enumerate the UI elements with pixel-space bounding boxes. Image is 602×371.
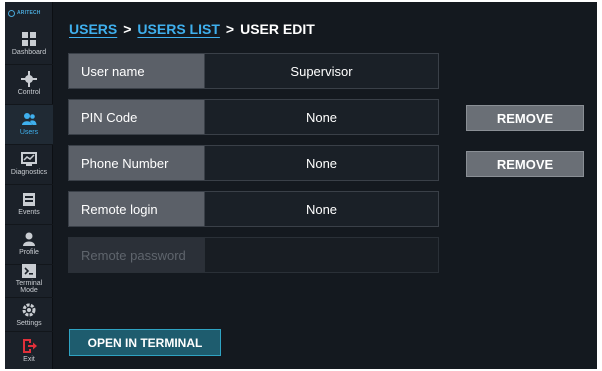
phone-number-row: Phone Number None [68, 145, 439, 181]
remote-login-field[interactable]: None [204, 192, 438, 226]
exit-icon [21, 338, 37, 354]
sidebar-item-users[interactable]: Users [5, 105, 53, 145]
sidebar-item-dashboard[interactable]: Dashboard [5, 25, 53, 65]
logo: ARITECH [8, 7, 50, 19]
pin-code-field[interactable]: None [204, 100, 438, 134]
phone-number-label: Phone Number [69, 146, 204, 180]
breadcrumb-separator: > [225, 21, 235, 37]
breadcrumb-users-link[interactable]: USERS [69, 21, 117, 37]
sidebar-item-diagnostics[interactable]: Diagnostics [5, 145, 53, 185]
remote-login-row: Remote login None [68, 191, 439, 227]
remote-login-label: Remote login [69, 192, 204, 226]
pin-code-row: PIN Code None [68, 99, 439, 135]
users-icon [21, 111, 37, 127]
remote-password-field [204, 238, 438, 272]
user-name-row: User name Supervisor [68, 53, 439, 89]
sidebar-item-terminal-mode[interactable]: Terminal Mode [5, 260, 53, 298]
control-icon [21, 71, 37, 87]
settings-icon [21, 302, 37, 318]
profile-icon [21, 231, 37, 247]
sidebar-item-label: Terminal Mode [15, 280, 43, 294]
sidebar-item-profile[interactable]: Profile [5, 225, 53, 265]
sidebar-item-label: Settings [16, 320, 42, 327]
phone-number-field[interactable]: None [204, 146, 438, 180]
sidebar-item-label: Exit [23, 356, 35, 363]
events-icon [21, 191, 37, 207]
sidebar: ARITECH Dashboard Control Users Diagnost [5, 2, 53, 369]
sidebar-item-label: Users [19, 129, 39, 136]
breadcrumb: USERS > USERS LIST > USER EDIT [69, 19, 315, 39]
remote-password-label: Remote password [69, 238, 204, 272]
user-name-field[interactable]: Supervisor [204, 54, 438, 88]
logo-text: ARITECH [17, 10, 41, 16]
dashboard-icon [21, 31, 37, 47]
user-name-label: User name [69, 54, 204, 88]
sidebar-item-label: Diagnostics [10, 169, 48, 176]
sidebar-item-label: Dashboard [11, 49, 47, 56]
terminal-icon [21, 263, 37, 279]
pin-code-label: PIN Code [69, 100, 204, 134]
breadcrumb-current: USER EDIT [240, 21, 315, 37]
sidebar-item-label: Profile [19, 249, 39, 256]
sidebar-item-exit[interactable]: Exit [5, 334, 53, 369]
breadcrumb-users-list-link[interactable]: USERS LIST [137, 21, 219, 37]
remove-phone-button[interactable]: REMOVE [466, 151, 584, 177]
remote-password-row: Remote password [68, 237, 439, 273]
sidebar-item-control[interactable]: Control [5, 65, 53, 105]
remove-pin-button[interactable]: REMOVE [466, 105, 584, 131]
sidebar-item-label: Events [18, 209, 40, 216]
sidebar-item-label: Control [17, 89, 41, 96]
sidebar-item-settings[interactable]: Settings [5, 298, 53, 332]
logo-mark-icon [8, 9, 15, 17]
sidebar-item-events[interactable]: Events [5, 185, 53, 225]
breadcrumb-separator: > [123, 21, 132, 37]
open-in-terminal-button[interactable]: OPEN IN TERMINAL [69, 329, 221, 356]
diagnostics-icon [21, 151, 37, 167]
app-screen: ARITECH Dashboard Control Users Diagnost [5, 2, 597, 369]
